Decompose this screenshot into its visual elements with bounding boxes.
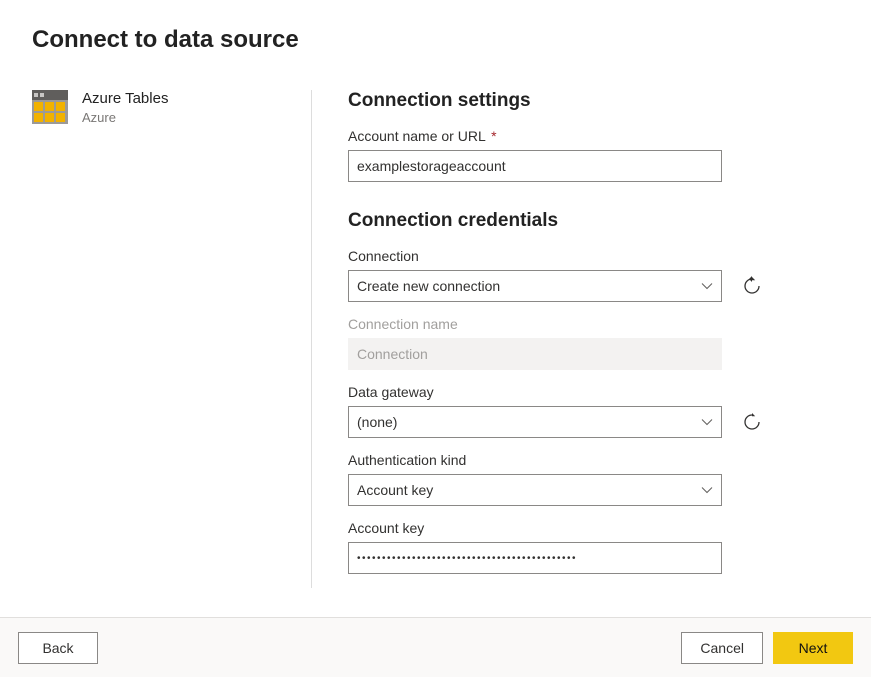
connection-select-value: Create new connection <box>357 278 500 294</box>
chevron-down-icon <box>701 416 713 428</box>
auth-kind-label: Authentication kind <box>348 452 839 468</box>
source-name: Azure Tables <box>82 90 168 108</box>
connection-select[interactable]: Create new connection <box>348 270 722 302</box>
source-vendor: Azure <box>82 110 168 125</box>
auth-kind-select[interactable]: Account key <box>348 474 722 506</box>
credentials-heading: Connection credentials <box>348 210 839 232</box>
data-gateway-select-value: (none) <box>357 414 397 430</box>
account-key-label: Account key <box>348 520 839 536</box>
account-url-label: Account name or URL * <box>348 128 839 144</box>
chevron-down-icon <box>701 484 713 496</box>
refresh-icon <box>742 276 762 296</box>
connection-name-label: Connection name <box>348 316 839 332</box>
refresh-icon <box>742 412 762 432</box>
required-mark: * <box>491 128 496 144</box>
refresh-gateway-button[interactable] <box>738 408 766 436</box>
settings-heading: Connection settings <box>348 90 839 112</box>
account-key-input[interactable]: ••••••••••••••••••••••••••••••••••••••••… <box>348 542 722 574</box>
next-button[interactable]: Next <box>773 632 853 664</box>
source-sidebar: Azure Tables Azure <box>32 90 312 588</box>
page-title: Connect to data source <box>32 26 839 54</box>
chevron-down-icon <box>701 280 713 292</box>
connection-name-input: Connection <box>348 338 722 370</box>
footer-bar: Back Cancel Next <box>0 617 871 677</box>
auth-kind-select-value: Account key <box>357 482 433 498</box>
data-gateway-label: Data gateway <box>348 384 839 400</box>
data-gateway-select[interactable]: (none) <box>348 406 722 438</box>
connection-label: Connection <box>348 248 839 264</box>
cancel-button[interactable]: Cancel <box>681 632 763 664</box>
azure-tables-icon <box>32 90 68 124</box>
back-button[interactable]: Back <box>18 632 98 664</box>
refresh-connection-button[interactable] <box>738 272 766 300</box>
account-url-input[interactable] <box>348 150 722 182</box>
